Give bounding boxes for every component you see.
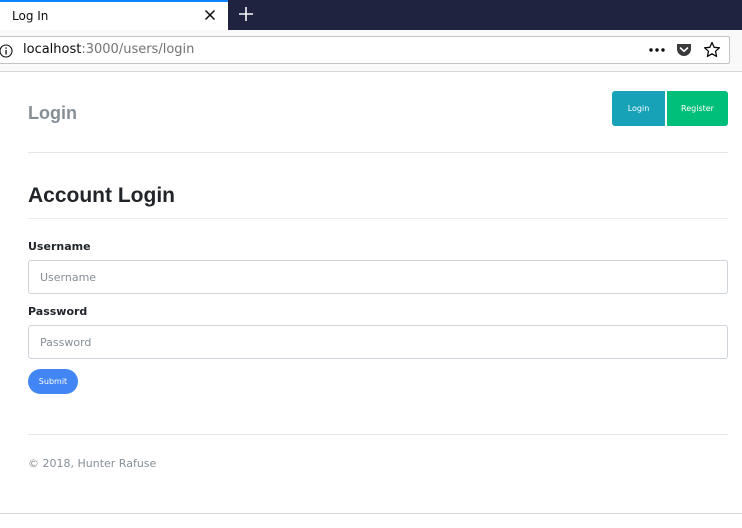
tab-title: Log In <box>12 9 49 23</box>
divider <box>28 152 728 153</box>
page-content: Login Login Register Account Login Usern… <box>0 73 742 513</box>
close-icon[interactable] <box>202 7 218 23</box>
url-host: localhost <box>23 42 82 57</box>
divider <box>28 218 728 219</box>
divider <box>28 434 728 435</box>
star-icon[interactable] <box>703 41 721 59</box>
plus-icon[interactable] <box>236 4 256 24</box>
password-input[interactable] <box>28 325 728 359</box>
login-button[interactable]: Login <box>612 91 665 126</box>
tab-bar: Log In <box>0 0 742 30</box>
url-text[interactable]: localhost:3000/users/login <box>23 42 194 57</box>
url-path: :3000/users/login <box>81 42 195 57</box>
username-label: Username <box>28 240 91 253</box>
password-label: Password <box>28 305 88 318</box>
footer-copyright: © 2018, Hunter Rafuse <box>28 457 157 470</box>
url-bar[interactable]: localhost:3000/users/login <box>0 36 730 64</box>
navbar-brand[interactable]: Login <box>28 103 77 124</box>
page-title: Account Login <box>28 184 175 207</box>
pocket-icon[interactable] <box>676 42 692 58</box>
tab-active[interactable]: Log In <box>0 0 228 30</box>
register-button[interactable]: Register <box>667 91 728 126</box>
navigation-toolbar: localhost:3000/users/login <box>0 30 742 72</box>
info-icon[interactable] <box>0 43 13 58</box>
username-input[interactable] <box>28 260 728 294</box>
more-icon[interactable] <box>648 42 666 58</box>
divider <box>0 513 742 514</box>
submit-button[interactable]: Submit <box>28 369 78 394</box>
